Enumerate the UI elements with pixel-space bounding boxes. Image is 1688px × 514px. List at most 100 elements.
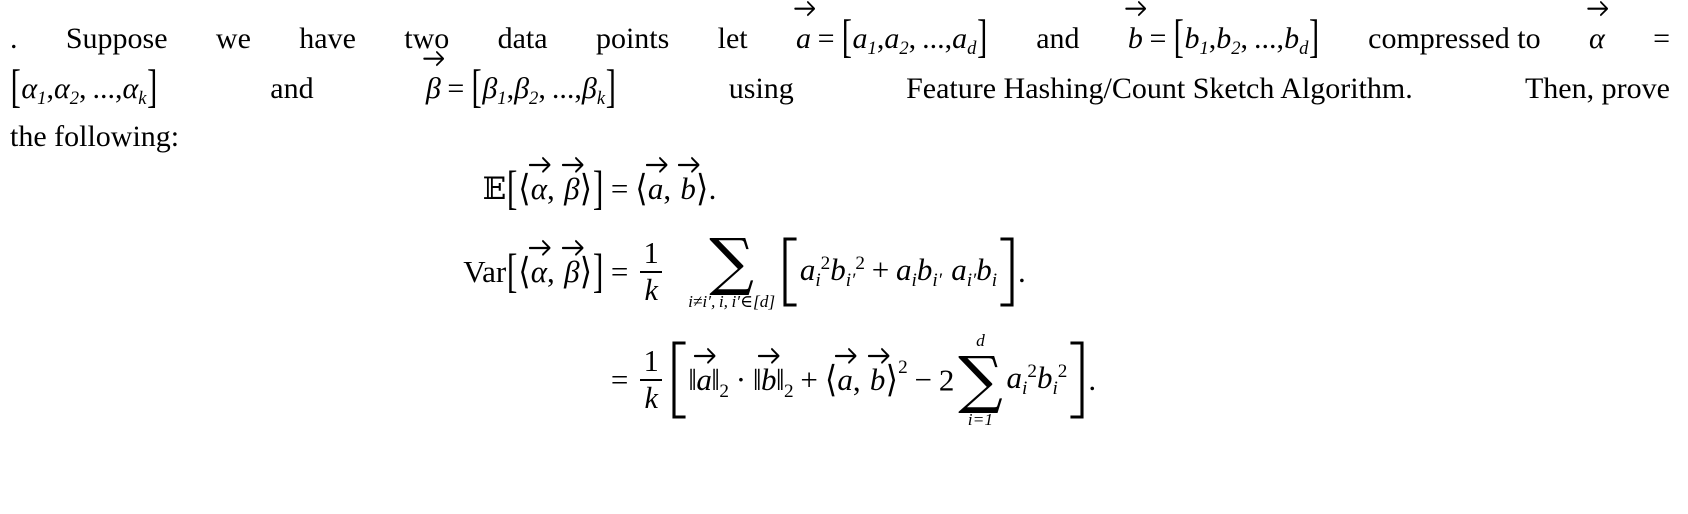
word-let: let bbox=[717, 22, 748, 55]
eq1-relation: = bbox=[610, 171, 629, 206]
subscript-i: i bbox=[991, 270, 998, 292]
comma: , bbox=[852, 362, 861, 398]
norm-subscript-2: 2 bbox=[719, 380, 729, 402]
variance-operator: Var bbox=[463, 254, 507, 289]
comma: , bbox=[46, 71, 54, 105]
symbol-alpha: α bbox=[122, 71, 139, 105]
bracket-close: ] bbox=[1308, 11, 1320, 63]
paragraph-line-3: the following: bbox=[10, 120, 180, 154]
tall-bracket-close bbox=[1000, 236, 1016, 308]
subscript-k: k bbox=[138, 88, 147, 109]
numerator: 1 bbox=[643, 344, 659, 379]
ellipsis: , ..., bbox=[908, 22, 953, 55]
term-b: b bbox=[830, 251, 846, 287]
symbol-beta: β bbox=[581, 71, 597, 105]
subscript-i-prime: i′ bbox=[932, 270, 942, 292]
phrase-compressed-to: compressed to bbox=[1368, 22, 1541, 55]
eq1-rhs: ⟨a, b ⟩. bbox=[635, 156, 716, 209]
paragraph-line-2: [α1,α2, ...,αk] and β = [β1,β2, ...,βk] us… bbox=[10, 51, 1670, 114]
subscript-2: 2 bbox=[69, 88, 80, 109]
vector-alpha: α bbox=[528, 156, 551, 207]
minus-sign: − bbox=[914, 362, 933, 398]
inline-math-a-definition: a = [a1,a2, ...,ad] bbox=[793, 1, 988, 64]
term-b: b bbox=[916, 251, 933, 287]
display-equations: 𝔼[⟨α, β ⟩] = ⟨a, b ⟩. Var[⟨α, β ⟩] = 1 k… bbox=[0, 156, 1688, 434]
coefficient-2: 2 bbox=[938, 362, 955, 398]
tall-bracket-open bbox=[670, 340, 686, 420]
vector-arrow-icon bbox=[528, 238, 551, 256]
tall-bracket-close bbox=[1070, 340, 1086, 420]
subscript-i-prime: i′ bbox=[845, 270, 856, 292]
bracket-close: ] bbox=[592, 243, 604, 298]
symbol-alpha: α bbox=[53, 71, 70, 105]
inline-math-alpha-vector: α bbox=[1587, 1, 1608, 62]
bracket-close: ] bbox=[977, 11, 988, 63]
phrase-then-prove: Then, prove bbox=[1524, 71, 1670, 105]
equals-sign: = bbox=[1149, 22, 1167, 55]
inline-math-alpha-list: [α1,α2, ...,αk] bbox=[10, 61, 158, 114]
subscript-2: 2 bbox=[529, 88, 539, 109]
term-b2: b bbox=[976, 251, 992, 287]
bracket-open: [ bbox=[10, 60, 21, 113]
vector-arrow-icon bbox=[1587, 0, 1609, 17]
bracket-open: [ bbox=[506, 243, 518, 298]
eq3-relation: = bbox=[610, 361, 629, 397]
subscript-k: k bbox=[596, 88, 606, 109]
paragraph-line-1: . Suppose we have two data points let a =… bbox=[10, 1, 1670, 64]
word-and: and bbox=[1036, 22, 1080, 55]
angle-open: ⟨ bbox=[635, 167, 648, 209]
eq2-relation: = bbox=[610, 253, 629, 289]
term-a: a bbox=[896, 251, 912, 287]
vector-b: b bbox=[758, 348, 780, 398]
angle-close: ⟩ bbox=[885, 359, 898, 401]
equation-1: 𝔼[⟨α, β ⟩] = ⟨a, b ⟩. bbox=[0, 156, 1688, 218]
vector-a: a bbox=[693, 348, 716, 398]
vector-beta: β bbox=[561, 156, 584, 207]
symbol-b: b bbox=[1184, 22, 1200, 55]
vector-b: b bbox=[1125, 1, 1147, 62]
word-and: and bbox=[270, 71, 314, 105]
bracket-open: [ bbox=[841, 11, 852, 63]
angle-close: ⟩ bbox=[579, 167, 592, 209]
summation-lower-limit: i=1 bbox=[967, 409, 994, 429]
vector-arrow-icon bbox=[835, 346, 857, 364]
eq2-summand: ai2bi′2 + aibi′ ai′bi bbox=[800, 252, 997, 293]
angle-close: ⟩ bbox=[696, 167, 709, 209]
term-a: a bbox=[799, 251, 816, 287]
bracket-open: [ bbox=[506, 160, 518, 215]
ellipsis: , ..., bbox=[538, 71, 582, 105]
vector-a: a bbox=[793, 1, 815, 62]
summation-index-condition: i≠i′, i, i′∈[d] bbox=[688, 291, 776, 311]
symbol-a: a bbox=[952, 22, 968, 55]
comma: , bbox=[506, 71, 515, 105]
symbol-b: b bbox=[1216, 22, 1232, 55]
subscript-2: 2 bbox=[1231, 38, 1241, 60]
ellipsis: , ..., bbox=[79, 71, 123, 105]
word-using: using bbox=[728, 71, 794, 105]
superscript-2: 2 bbox=[1057, 360, 1068, 382]
angle-open: ⟨ bbox=[824, 359, 838, 401]
symbol-beta: β bbox=[482, 71, 498, 105]
term-a2: a bbox=[951, 251, 967, 287]
eq3-body: ‖a ‖2 · ‖b ‖2 + ⟨a, b ⟩2−2 bbox=[688, 348, 955, 403]
equation-3: = 1 k ‖a‖2·‖b‖2+⟨a,b⟩2−2 d ∑ i=1 bbox=[0, 326, 1688, 434]
plus-sign: + bbox=[800, 362, 818, 398]
numerator: 1 bbox=[643, 236, 659, 271]
superscript-2: 2 bbox=[855, 252, 865, 274]
equals-sign: = bbox=[447, 71, 465, 105]
word-we: we bbox=[215, 22, 251, 55]
ellipsis: , ..., bbox=[1240, 22, 1285, 55]
tall-bracket-open bbox=[781, 236, 797, 308]
vector-alpha: α bbox=[1587, 1, 1608, 62]
symbol-b: b bbox=[1284, 22, 1300, 55]
angle-open: ⟨ bbox=[518, 167, 531, 209]
vector-beta: β bbox=[423, 51, 445, 112]
eq2-lhs: Var[⟨α, β ⟩] bbox=[463, 239, 604, 297]
equals-sign: = bbox=[817, 22, 835, 55]
period: . bbox=[1018, 253, 1026, 289]
bracket-open: [ bbox=[471, 60, 482, 113]
vector-beta: β bbox=[561, 239, 584, 290]
word-have: have bbox=[299, 22, 356, 55]
fraction-one-over-k: 1 k bbox=[639, 236, 663, 306]
angle-close: ⟩ bbox=[579, 250, 592, 292]
